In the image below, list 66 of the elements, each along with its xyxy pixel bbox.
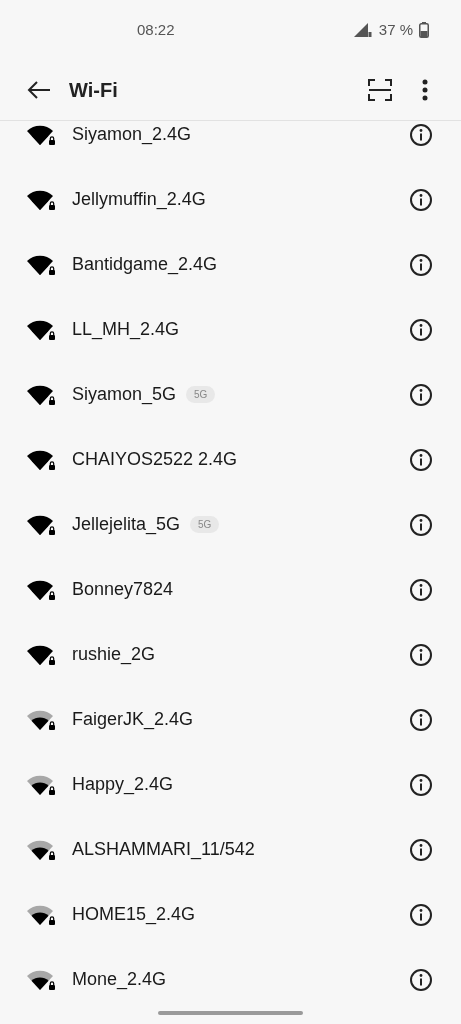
network-row[interactable]: Bonney7824 [0,557,461,622]
info-button[interactable] [410,318,432,341]
info-button[interactable] [410,643,432,666]
info-icon [419,388,423,401]
network-row[interactable]: Siyamon_2.4G [0,121,461,167]
info-icon [419,648,423,661]
band-badge: 5G [190,516,220,533]
network-name: HOME15_2.4G [72,903,196,927]
back-arrow-icon [26,80,52,100]
info-icon [419,193,423,206]
info-icon [419,713,423,726]
info-icon [419,843,423,856]
network-row[interactable]: LL_MH_2.4G [0,297,461,362]
page-title: Wi-Fi [69,78,118,103]
network-name: Siyamon_2.4G [72,123,192,147]
network-row[interactable]: Jellejelita_5G 5G [0,492,461,557]
info-button[interactable] [410,968,432,991]
info-button[interactable] [410,578,432,601]
network-name: Siyamon_5G [72,383,177,407]
network-name: LL_MH_2.4G [72,318,180,342]
network-name: CHAIYOS2522 2.4G [72,448,238,471]
info-button[interactable] [410,448,432,471]
network-row[interactable]: ALSHAMMARI_11/542 [0,817,461,882]
network-name: ALSHAMMARI_11/542 [72,838,255,862]
battery-icon [419,22,429,38]
info-icon [419,323,423,336]
info-icon [419,453,423,466]
battery-percent: 37 % [378,19,413,40]
band-badge: 5G [186,386,216,403]
network-name: Jellymuffin_2.4G [72,188,206,212]
network-row[interactable]: Siyamon_5G 5G [0,362,461,427]
info-button[interactable] [410,123,432,146]
network-row[interactable]: rushie_2G [0,622,461,687]
network-row[interactable]: Happy_2.4G [0,752,461,817]
network-row[interactable]: CHAIYOS2522 2.4G [0,427,461,492]
network-name: Happy_2.4G [72,773,174,797]
scan-icon [368,79,392,101]
more-vertical-icon [422,79,428,101]
network-name: rushie_2G [72,643,156,667]
cellular-signal-icon [352,22,373,38]
info-icon [419,258,423,271]
network-row[interactable]: Mone_2.4G [0,947,461,1012]
info-button[interactable] [410,773,432,796]
info-button[interactable] [410,383,432,406]
info-button[interactable] [410,838,432,861]
network-name: Mone_2.4G [72,968,167,992]
network-row[interactable]: Bantidgame_2.4G [0,232,461,297]
network-row[interactable]: Jellymuffin_2.4G [0,167,461,232]
info-icon [419,583,423,596]
info-icon [419,973,423,986]
info-button[interactable] [410,188,432,211]
network-row[interactable]: FaigerJK_2.4G [0,687,461,752]
info-button[interactable] [410,708,432,731]
info-icon [419,908,423,921]
network-name: Jellejelita_5G [72,513,181,537]
info-icon [419,778,423,791]
status-time: 08:22 [137,19,175,40]
network-name: Bonney7824 [72,578,174,601]
info-icon [419,128,423,141]
network-name: FaigerJK_2.4G [72,708,194,732]
info-button[interactable] [410,513,432,536]
info-icon [419,518,423,531]
info-button[interactable] [410,253,432,276]
info-button[interactable] [410,903,432,926]
network-row[interactable]: HOME15_2.4G [0,882,461,947]
network-name: Bantidgame_2.4G [72,253,218,277]
